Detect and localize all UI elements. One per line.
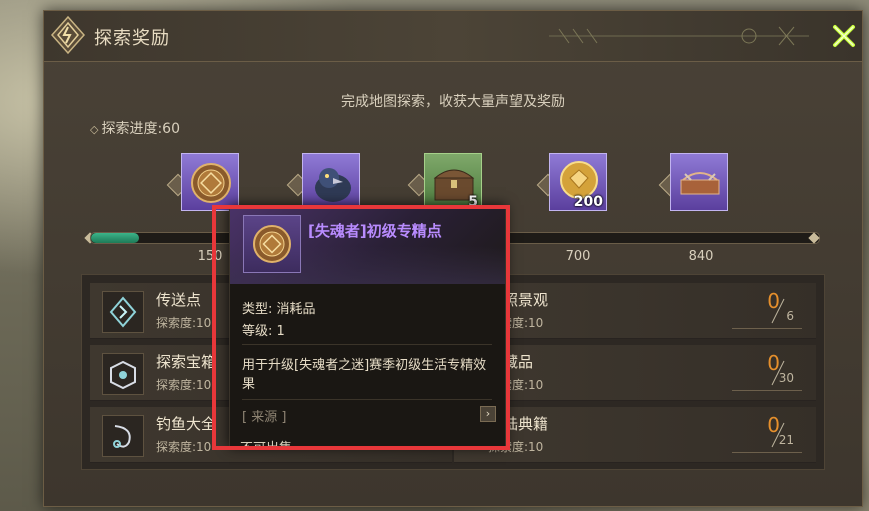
milestone-threshold: 840 [688,249,714,264]
milestone-reward-3[interactable]: 5 [424,153,482,211]
counter-underline [732,328,802,329]
diamond-emblem-icon [50,15,86,55]
panel-header: 探索奖励 [44,11,862,62]
category-title: 钓鱼大全 [156,415,217,433]
milestone-reward-5[interactable] [670,153,728,211]
milestone-reward-2[interactable] [302,153,360,211]
category-counter: 0 21 [732,413,802,453]
highlight-box [212,205,510,450]
fishing-icon [102,415,144,457]
milestone-reward-4[interactable]: 200 [549,153,607,211]
category-score: 探索度:10 [156,440,212,454]
counter-total: 6 [786,309,794,323]
progress-bar-fill [91,233,139,243]
category-score: 探索度:10 [156,378,212,392]
category-title: 传送点 [156,291,202,309]
counter-total: 30 [778,371,794,385]
milestone-count: 200 [573,194,603,210]
panel-title: 探索奖励 [94,28,170,49]
milestone-threshold: 700 [565,249,591,264]
close-x-icon[interactable] [828,20,860,52]
counter-underline [732,390,802,391]
diamond-bullet-icon: ◇ [90,123,99,136]
progress-label: ◇ 探索进度:60 [90,118,180,138]
progress-text: 探索进度:60 [101,121,180,137]
chest-icon [102,353,144,395]
counter-total: 21 [778,433,794,447]
milestone-reward-1[interactable] [181,153,239,211]
category-title: 探索宝箱 [156,353,217,371]
ornate-chest-icon [680,172,720,195]
bird-creature-icon [315,168,351,202]
category-counter: 0 6 [732,289,802,329]
counter-underline [732,452,802,453]
category-score: 探索度:10 [156,316,212,330]
header-ornament [549,26,809,46]
panel-subtitle: 完成地图探索，收获大量声望及奖励 [341,94,565,110]
slash-divider [771,298,785,324]
teleport-icon [102,291,144,333]
coin-emblem-icon [191,163,231,203]
category-counter: 0 30 [732,351,802,391]
